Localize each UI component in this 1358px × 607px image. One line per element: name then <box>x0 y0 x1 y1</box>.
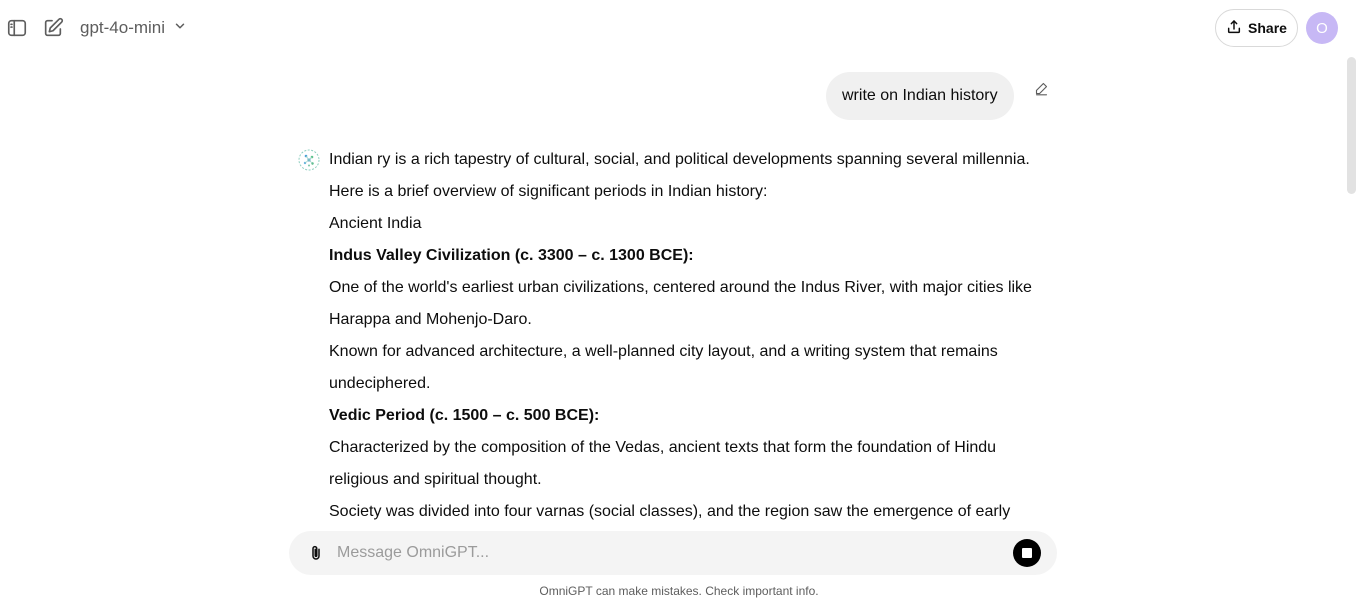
paragraph: Indian ry is a rich tapestry of cultural… <box>329 151 1030 200</box>
top-bar: gpt-4o-mini Share O <box>0 0 1358 56</box>
scrollbar-thumb[interactable] <box>1347 57 1356 194</box>
section-heading: Indus Valley Civilization (c. 3300 – c. … <box>329 247 694 264</box>
paragraph: Society was divided into four varnas (so… <box>329 503 1011 520</box>
paragraph: One of the world's earliest urban civili… <box>329 279 1032 328</box>
section-heading: Vedic Period (c. 1500 – c. 500 BCE): <box>329 407 600 424</box>
stop-button[interactable] <box>1013 539 1041 567</box>
message-input[interactable] <box>337 538 997 568</box>
chevron-down-icon <box>173 19 187 38</box>
stop-icon <box>1022 548 1032 558</box>
composer <box>289 531 1057 575</box>
sidebar-toggle-icon[interactable] <box>3 14 31 42</box>
share-button[interactable]: Share <box>1215 9 1298 47</box>
edit-pencil-icon[interactable] <box>1032 79 1050 97</box>
paragraph: Characterized by the composition of the … <box>329 439 997 488</box>
user-message-text: write on Indian history <box>842 87 998 104</box>
model-name: gpt-4o-mini <box>80 18 166 37</box>
model-selector[interactable]: gpt-4o-mini <box>80 16 187 40</box>
new-chat-icon[interactable] <box>39 14 67 42</box>
share-label: Share <box>1248 20 1287 36</box>
user-message-bubble: write on Indian history <box>826 72 1014 120</box>
avatar[interactable]: O <box>1306 12 1338 44</box>
disclaimer: OmniGPT can make mistakes. Check importa… <box>539 584 819 598</box>
paragraph: Ancient India <box>329 215 422 232</box>
share-icon <box>1226 19 1242 38</box>
assistant-message: Indian ry is a rich tapestry of cultural… <box>329 144 1047 528</box>
paperclip-icon[interactable] <box>305 541 327 565</box>
assistant-logo-icon <box>297 148 321 172</box>
paragraph: Known for advanced architecture, a well-… <box>329 343 998 392</box>
